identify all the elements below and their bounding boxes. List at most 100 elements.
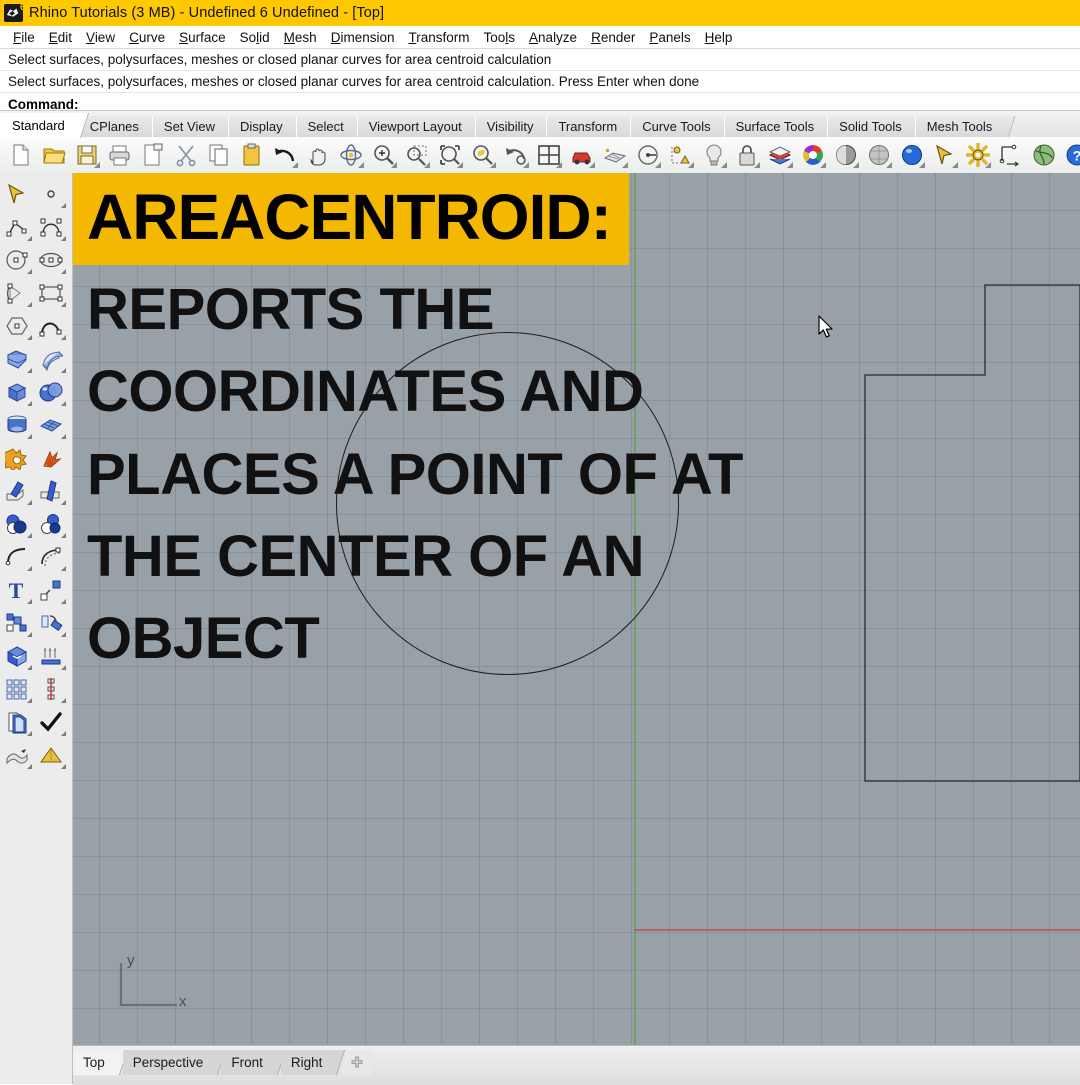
menu-item-dimension[interactable]: Dimension [324,29,402,46]
box-icon[interactable] [0,375,34,408]
tab-transform[interactable]: Transform [546,116,630,138]
menu-item-panels[interactable]: Panels [642,29,697,46]
point-icon[interactable] [34,177,68,210]
zoom-window-icon[interactable] [402,140,431,170]
ellipse-icon[interactable] [34,243,68,276]
tab-surface-tools[interactable]: Surface Tools [724,116,828,138]
pan-hand-icon[interactable] [303,140,332,170]
polygon-icon[interactable] [0,309,34,342]
stepped-polyline-curve[interactable] [863,283,1080,783]
menu-item-tools[interactable]: Tools [477,29,523,46]
fillet-icon[interactable] [0,540,34,573]
new-file-icon[interactable] [6,140,35,170]
cylinder-icon[interactable] [0,408,34,441]
viewport-tab-top[interactable]: Top [73,1050,117,1075]
viewport-tab-right[interactable]: Right [281,1050,335,1075]
zoom-in-icon[interactable] [369,140,398,170]
menu-item-surface[interactable]: Surface [172,29,233,46]
tab-set-view[interactable]: Set View [152,116,228,138]
globe-icon[interactable] [1029,140,1058,170]
menu-item-mesh[interactable]: Mesh [277,29,324,46]
surface-grid-icon[interactable] [34,408,68,441]
circle-curve[interactable] [336,332,679,675]
group-icon[interactable] [0,606,34,639]
boolean-intersection-icon[interactable] [34,507,68,540]
rendered-sphere-icon[interactable] [897,140,926,170]
light-bulb-icon[interactable] [699,140,728,170]
sphere-icon[interactable] [34,375,68,408]
zoom-extents-icon[interactable] [435,140,464,170]
undo-icon[interactable] [270,140,299,170]
polyline-icon[interactable] [0,210,34,243]
print-icon[interactable] [105,140,134,170]
copy-icon[interactable] [204,140,233,170]
layers-panel-icon[interactable] [0,705,34,738]
array-polar-icon[interactable] [34,672,68,705]
help-icon[interactable]: ? [1062,140,1080,170]
save-icon[interactable] [72,140,101,170]
copy-object-icon[interactable] [34,573,68,606]
gumball-icon[interactable] [633,140,662,170]
menu-item-edit[interactable]: Edit [42,29,79,46]
tab-select[interactable]: Select [296,116,357,138]
ghosted-sphere-icon[interactable] [864,140,893,170]
menu-item-analyze[interactable]: Analyze [522,29,584,46]
viewport-tab-front[interactable]: Front [221,1050,275,1075]
box-edit-icon[interactable] [0,639,34,672]
rotate-object-icon[interactable] [34,606,68,639]
tab-cplanes[interactable]: CPlanes [78,116,152,138]
surface-from-curves-icon[interactable] [0,342,34,375]
tab-curve-tools[interactable]: Curve Tools [630,116,723,138]
viewport-tab-perspective[interactable]: Perspective [123,1050,216,1075]
curve-icon[interactable] [34,210,68,243]
menu-item-solid[interactable]: Solid [233,29,277,46]
cut-scissors-icon[interactable] [171,140,200,170]
tab-viewport-layout[interactable]: Viewport Layout [357,116,475,138]
lock-icon[interactable] [732,140,761,170]
explode-icon[interactable] [34,441,68,474]
options-gear-icon[interactable] [963,140,992,170]
split-icon[interactable] [34,474,68,507]
array-linear-icon[interactable] [34,639,68,672]
object-snap-icon[interactable] [666,140,695,170]
boolean-difference-icon[interactable] [0,507,34,540]
menu-item-file[interactable]: File [6,29,42,46]
render-car-icon[interactable] [567,140,596,170]
mesh-grid-icon[interactable] [600,140,629,170]
zoom-previous-icon[interactable] [501,140,530,170]
color-wheel-icon[interactable] [798,140,827,170]
tab-display[interactable]: Display [228,116,296,138]
checkmark-icon[interactable] [34,705,68,738]
menu-item-curve[interactable]: Curve [122,29,172,46]
array-grid-icon[interactable] [0,672,34,705]
trim-icon[interactable] [0,474,34,507]
top-viewport[interactable]: y x [73,173,1080,1045]
menu-item-render[interactable]: Render [584,29,642,46]
menu-item-help[interactable]: Help [698,29,740,46]
open-folder-icon[interactable] [39,140,68,170]
blend-surface-icon[interactable] [0,738,34,771]
tab-visibility[interactable]: Visibility [475,116,547,138]
menu-item-view[interactable]: View [79,29,122,46]
menu-item-transform[interactable]: Transform [401,29,476,46]
select-arrow-icon[interactable] [0,177,34,210]
shaded-sphere-icon[interactable] [831,140,860,170]
layers-icon[interactable] [765,140,794,170]
rotate-view-icon[interactable] [336,140,365,170]
circle-icon[interactable] [0,243,34,276]
add-viewport-tab-button[interactable] [342,1050,372,1075]
viewport-layout-icon[interactable] [534,140,563,170]
mesh-pyramid-icon[interactable] [34,738,68,771]
select-arrow-icon[interactable] [930,140,959,170]
curve-from-objects-icon[interactable] [34,309,68,342]
extrude-surface-icon[interactable] [34,342,68,375]
dimension-icon[interactable] [996,140,1025,170]
boolean-union-icon[interactable] [0,441,34,474]
rectangle-icon[interactable] [34,276,68,309]
tab-mesh-tools[interactable]: Mesh Tools [915,116,1006,138]
paste-icon[interactable] [237,140,266,170]
tab-solid-tools[interactable]: Solid Tools [827,116,915,138]
tab-standard[interactable]: Standard [0,113,78,138]
copy-to-clipboard-icon[interactable] [138,140,167,170]
text-icon[interactable]: T [0,573,34,606]
